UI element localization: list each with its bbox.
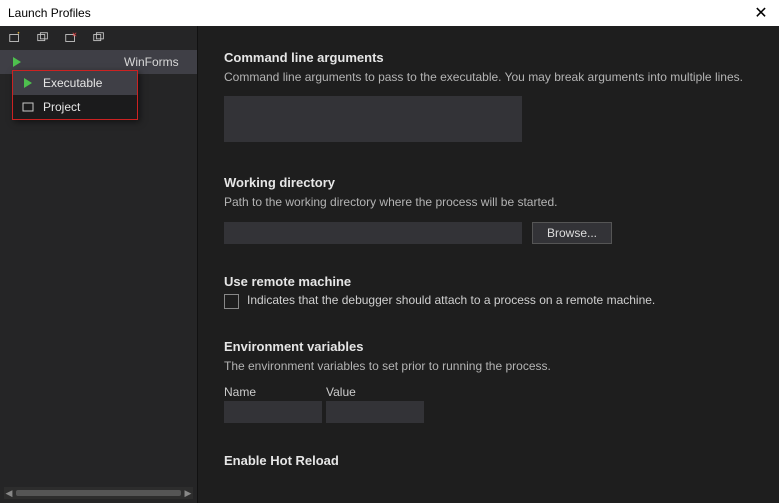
- dropdown-item-label: Executable: [43, 76, 102, 90]
- duplicate-profile-icon[interactable]: [34, 29, 52, 47]
- cmdline-desc: Command line arguments to pass to the ex…: [224, 69, 753, 86]
- envvars-value-input[interactable]: [326, 401, 424, 423]
- section-envvars: Environment variables The environment va…: [224, 339, 753, 423]
- titlebar: Launch Profiles ✕: [0, 0, 779, 26]
- remote-checkbox[interactable]: [224, 294, 239, 309]
- sidebar-horizontal-scrollbar[interactable]: ◀ ▶: [4, 487, 193, 499]
- profile-label-suffix: WinForms: [32, 55, 179, 69]
- envvars-name-input[interactable]: [224, 401, 322, 423]
- rename-profile-icon[interactable]: [90, 29, 108, 47]
- envvars-desc: The environment variables to set prior t…: [224, 358, 753, 375]
- dropdown-item-project[interactable]: Project: [13, 95, 137, 119]
- section-workdir: Working directory Path to the working di…: [224, 175, 753, 243]
- scroll-right-icon[interactable]: ▶: [183, 488, 193, 498]
- envvars-title: Environment variables: [224, 339, 753, 354]
- delete-profile-icon[interactable]: [62, 29, 80, 47]
- scroll-left-icon[interactable]: ◀: [4, 488, 14, 498]
- sidebar: WinForms Executable Project ◀ ▶: [0, 26, 198, 503]
- play-icon: [10, 55, 24, 69]
- main-panel: Command line arguments Command line argu…: [198, 26, 779, 503]
- remote-checkbox-label: Indicates that the debugger should attac…: [247, 293, 655, 307]
- envvars-name-header: Name: [224, 385, 322, 399]
- cmdline-title: Command line arguments: [224, 50, 753, 65]
- section-hotreload: Enable Hot Reload: [224, 453, 753, 468]
- executable-icon: [21, 76, 35, 90]
- dropdown-item-label: Project: [43, 100, 80, 114]
- workdir-desc: Path to the working directory where the …: [224, 194, 753, 211]
- window-title: Launch Profiles: [8, 6, 91, 20]
- remote-title: Use remote machine: [224, 274, 753, 289]
- sidebar-toolbar: [0, 26, 197, 50]
- cmdline-input[interactable]: [224, 96, 522, 142]
- scroll-thumb[interactable]: [16, 490, 181, 496]
- workdir-input[interactable]: [224, 222, 522, 244]
- workdir-title: Working directory: [224, 175, 753, 190]
- browse-button[interactable]: Browse...: [532, 222, 612, 244]
- dropdown-item-executable[interactable]: Executable: [13, 71, 137, 95]
- section-cmdline: Command line arguments Command line argu…: [224, 50, 753, 145]
- new-profile-icon[interactable]: [6, 29, 24, 47]
- section-remote: Use remote machine Indicates that the de…: [224, 274, 753, 309]
- project-icon: [21, 100, 35, 114]
- container: WinForms Executable Project ◀ ▶ C: [0, 26, 779, 503]
- hotreload-title: Enable Hot Reload: [224, 453, 753, 468]
- close-icon[interactable]: ✕: [751, 3, 771, 23]
- new-profile-dropdown: Executable Project: [12, 70, 138, 120]
- envvars-value-header: Value: [326, 385, 424, 399]
